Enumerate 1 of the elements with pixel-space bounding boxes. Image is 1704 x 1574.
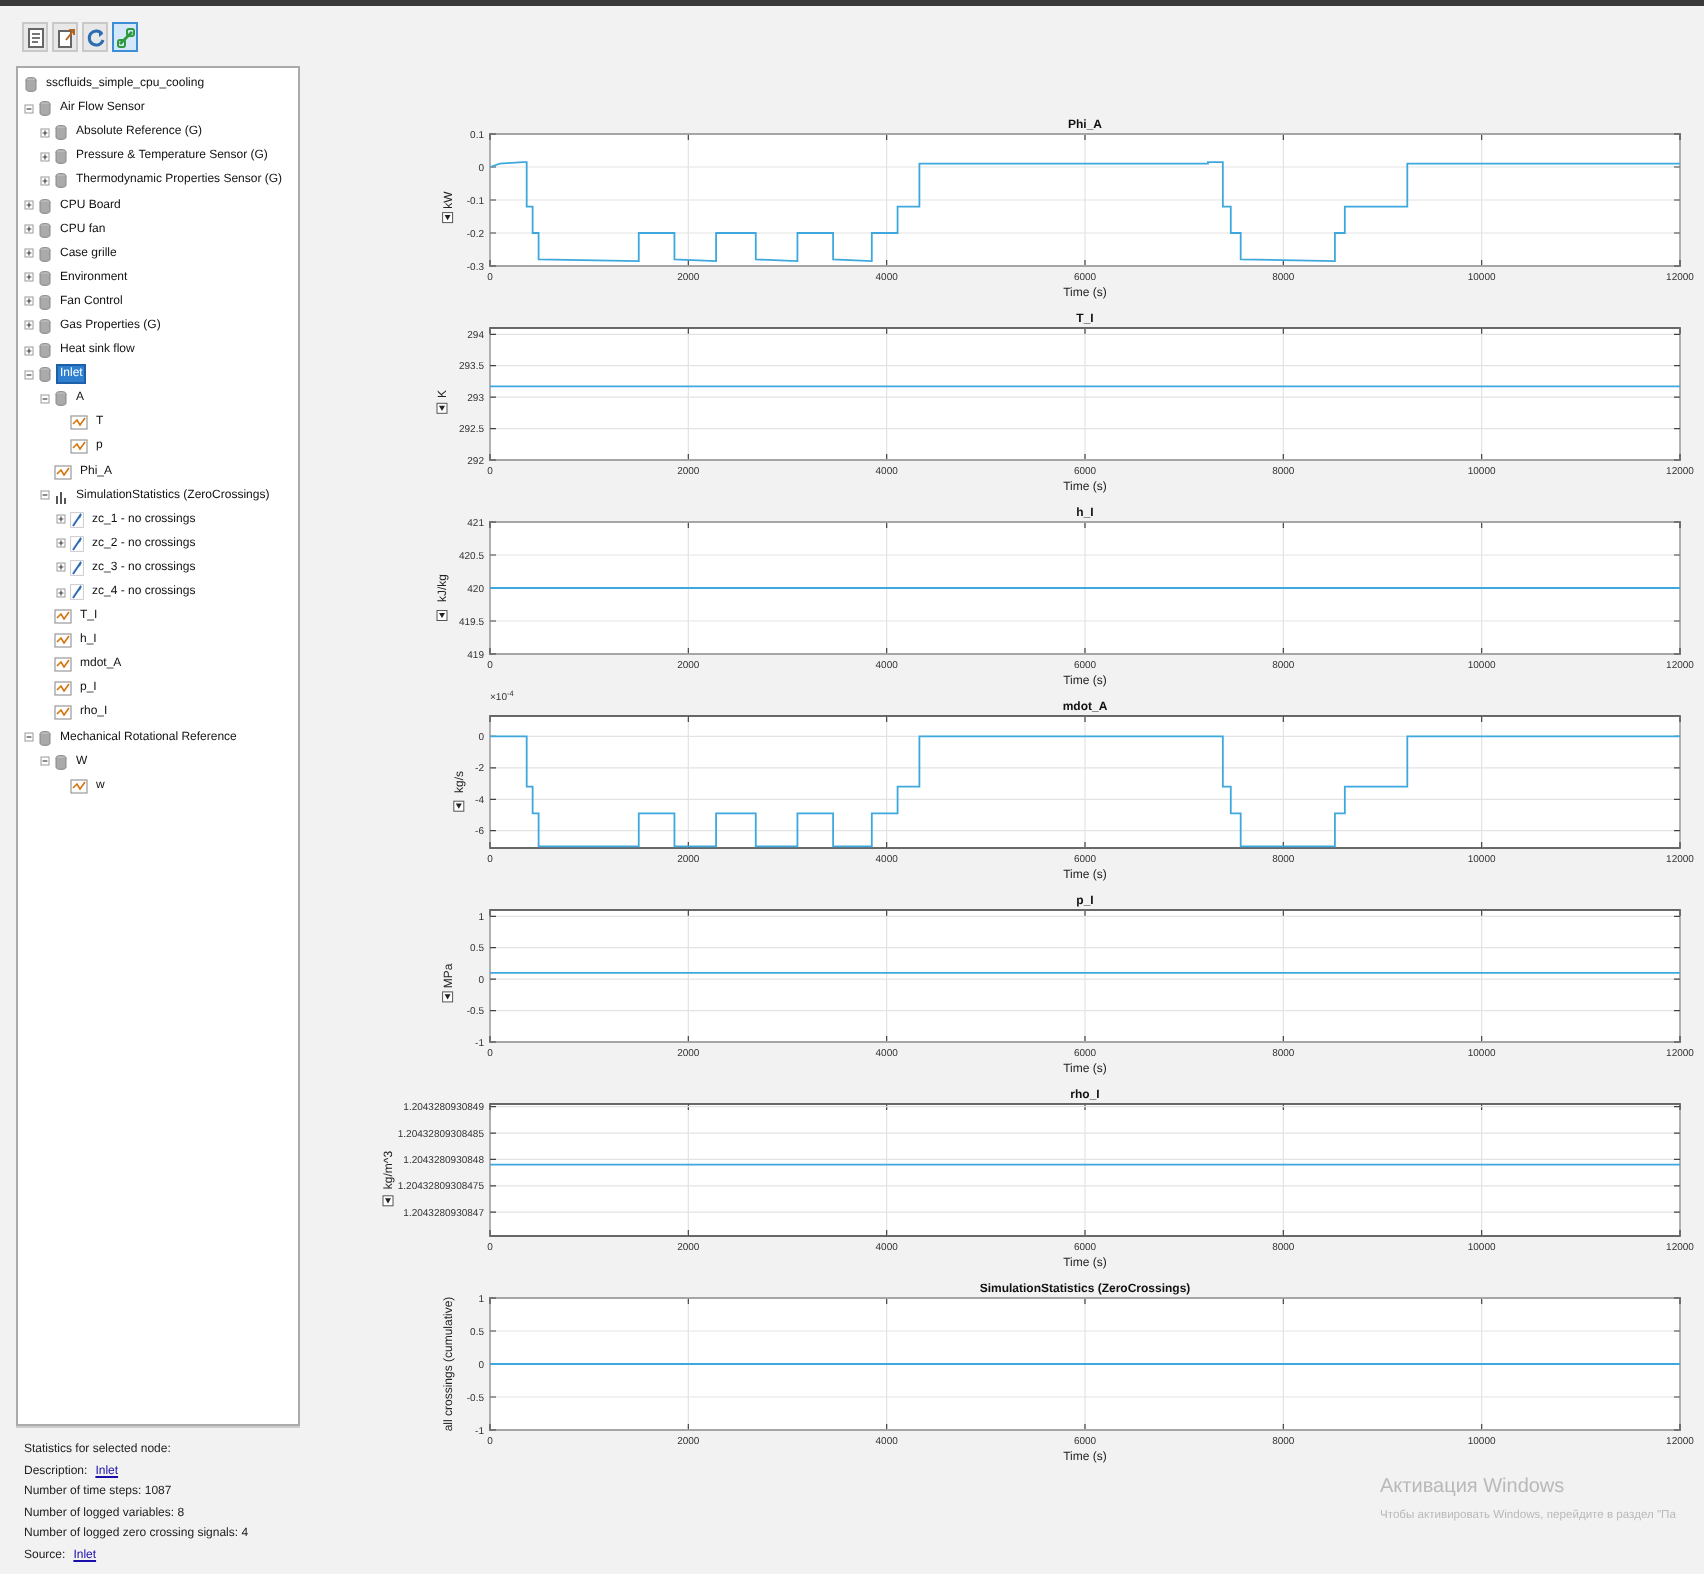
activation-notice-title: Активация Windows [1380, 1474, 1567, 1502]
